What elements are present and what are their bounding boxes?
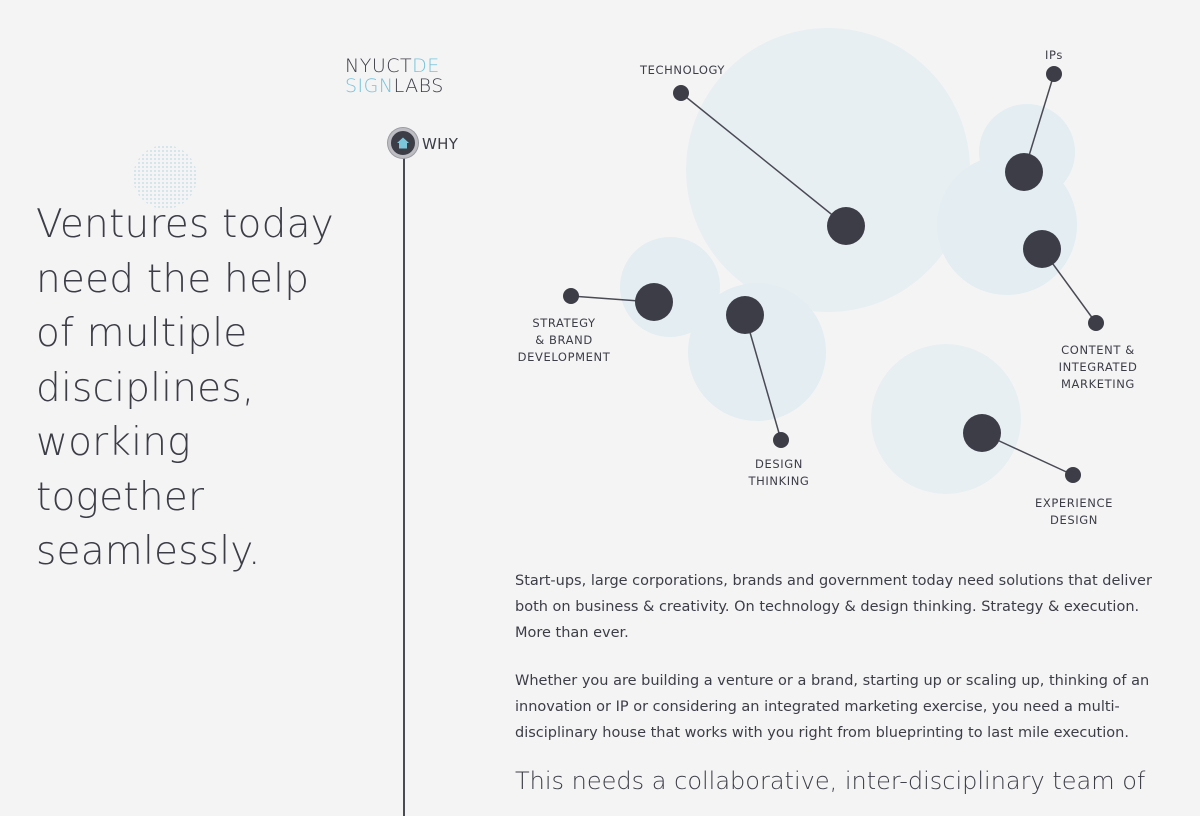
bubble-experience (871, 344, 1021, 494)
endpoint-ips (1046, 66, 1062, 82)
section-subheading: This needs a collaborative, inter-discip… (515, 767, 1146, 795)
endpoint-design-thinking (773, 432, 789, 448)
endpoint-strategy (563, 288, 579, 304)
endpoint-technology (673, 85, 689, 101)
intro-paragraph-1: Start-ups, large corporations, brands an… (515, 573, 1152, 641)
node-technology (827, 207, 865, 245)
label-experience: EXPERIENCE DESIGN (1035, 496, 1113, 527)
node-ips (1005, 153, 1043, 191)
node-content (1023, 230, 1061, 268)
label-design-thinking: DESIGN THINKING (748, 457, 810, 488)
bubble-technology (686, 28, 970, 312)
node-design-thinking (726, 296, 764, 334)
disciplines-diagram (563, 28, 1104, 494)
node-strategy (635, 283, 673, 321)
intro-paragraph-2: Whether you are building a venture or a … (515, 673, 1150, 741)
label-technology: TECHNOLOGY (640, 63, 726, 77)
label-strategy: STRATEGY & BRAND DEVELOPMENT (517, 316, 611, 364)
endpoint-experience (1065, 467, 1081, 483)
label-content: CONTENT & INTEGRATED MARKETING (1058, 343, 1138, 391)
node-experience (963, 414, 1001, 452)
endpoint-content (1088, 315, 1104, 331)
label-ips: IPs (1045, 48, 1063, 62)
